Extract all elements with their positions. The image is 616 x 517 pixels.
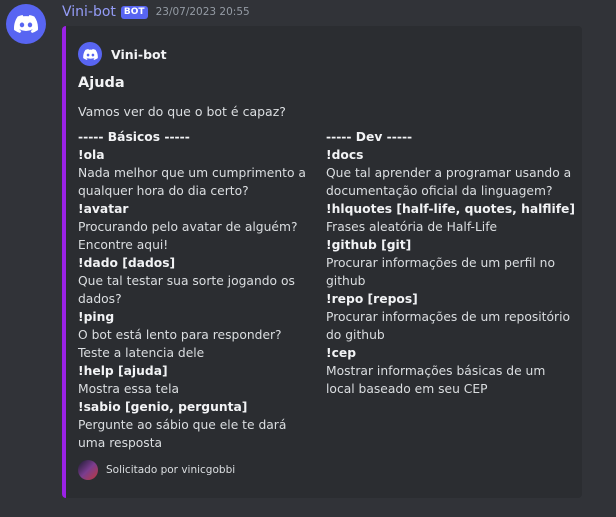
command-description: Mostrar informações básicas de um local …: [326, 364, 546, 396]
timestamp: 23/07/2023 20:55: [155, 6, 250, 18]
command-avatar: !avatar: [78, 202, 129, 216]
embed-description: Vamos ver do que o bot é capaz?: [78, 104, 286, 119]
discord-logo-icon: [14, 15, 38, 33]
user-avatar-icon: [78, 460, 98, 480]
embed-author-name: Vini-bot: [111, 46, 167, 62]
command-help: !help [ajuda]: [78, 364, 168, 378]
command-description: Procurar informações de um perfil no git…: [326, 256, 555, 288]
bot-tag: BOT: [120, 5, 148, 19]
embed-footer: Solicitado por vinicgobbi: [78, 460, 235, 480]
command-sabio: !sabio [genio, pergunta]: [78, 400, 248, 414]
author-name[interactable]: Vini-bot: [62, 4, 116, 20]
command-dado: !dado [dados]: [78, 256, 176, 270]
command-description: Procurar informações de um repositório d…: [326, 310, 571, 342]
command-description: Que tal testar sua sorte jogando os dado…: [78, 274, 295, 306]
embed-title: Ajuda: [78, 75, 125, 91]
command-hlquotes: !hlquotes [half-life, quotes, halflife]: [326, 202, 575, 216]
command-description: Que tal aprender a programar usando a do…: [326, 166, 572, 198]
field-name: ----- Básicos -----: [78, 130, 190, 144]
message-header: Vini-bot BOT 23/07/2023 20:55: [62, 3, 250, 21]
field-name: ----- Dev -----: [326, 130, 413, 144]
command-github: !github [git]: [326, 238, 412, 252]
command-description: Frases aleatória de Half-Life: [326, 220, 498, 234]
command-repo: !repo [repos]: [326, 292, 418, 306]
embed-author-avatar: [78, 42, 102, 66]
command-description: Pergunte ao sábio que ele te dará uma re…: [78, 418, 287, 450]
discord-logo-icon: [82, 48, 98, 60]
help-embed: Vini-bot Ajuda Vamos ver do que o bot é …: [62, 26, 582, 498]
command-description: Nada melhor que um cumprimento a qualque…: [78, 166, 306, 198]
field-dev: ----- Dev ----- !docs Que tal aprender a…: [326, 128, 576, 398]
embed-author: Vini-bot: [78, 42, 167, 66]
command-description: O bot está lento para responder? Teste a…: [78, 328, 282, 360]
command-description: Procurando pelo avatar de alguém? Encont…: [78, 220, 298, 252]
command-cep: !cep: [326, 346, 357, 360]
command-ola: !ola: [78, 148, 105, 162]
footer-text: Solicitado por vinicgobbi: [106, 464, 236, 476]
command-ping: !ping: [78, 310, 115, 324]
command-docs: !docs: [326, 148, 364, 162]
command-description: Mostra essa tela: [78, 382, 180, 396]
field-basicos: ----- Básicos ----- !ola Nada melhor que…: [78, 128, 314, 452]
bot-avatar[interactable]: [6, 4, 46, 44]
